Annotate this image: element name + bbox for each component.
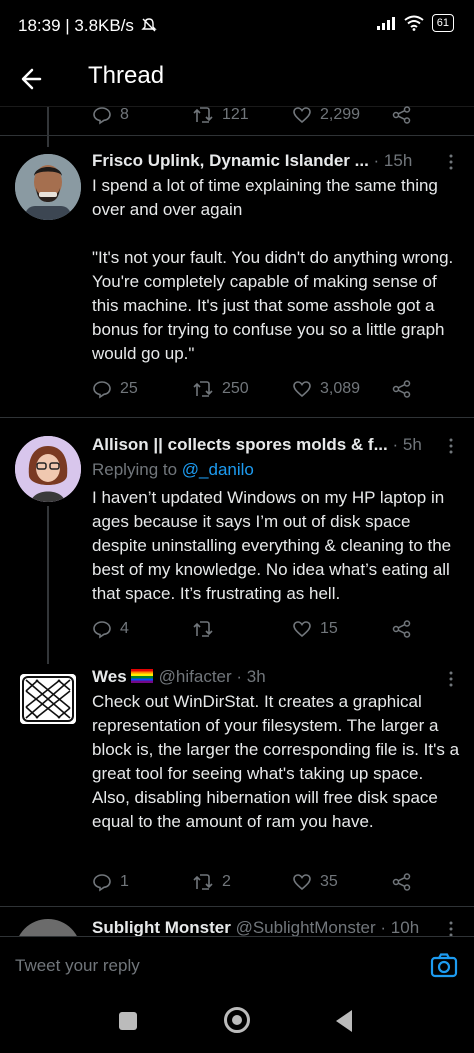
recent-apps-button[interactable] (119, 1012, 137, 1030)
share-icon (392, 380, 411, 398)
tweet-header: Frisco Uplink, Dynamic Islander ... · 15… (92, 151, 456, 175)
author-handle[interactable]: @SublightMonster (236, 918, 376, 936)
more-options-icon[interactable] (446, 920, 456, 936)
tweet-time: · 3h (236, 667, 266, 686)
share-action[interactable] (392, 380, 474, 398)
tweet-actions: 1 2 35 (92, 869, 474, 895)
reply-icon (93, 107, 111, 125)
avatar[interactable] (15, 436, 81, 502)
reply-action[interactable]: 1 (92, 872, 192, 892)
avatar-pattern (20, 674, 76, 724)
retweet-action[interactable] (192, 620, 292, 638)
retweet-action[interactable]: 250 (192, 380, 292, 398)
tweet-text: I haven’t updated Windows on my HP lapto… (92, 488, 456, 603)
replying-to-handle[interactable]: @_danilo (182, 460, 254, 479)
tweet-header: Allison || collects spores molds & f... … (92, 435, 456, 459)
avatar[interactable] (20, 674, 76, 724)
author-name[interactable]: Sublight Monster (92, 918, 231, 936)
reply-action[interactable]: 25 (92, 379, 192, 399)
like-action[interactable]: 15 (292, 620, 392, 638)
tweet-text: Check out WinDirStat. It creates a graph… (92, 692, 464, 831)
home-button[interactable] (224, 1007, 250, 1033)
tweet-header: Sublight Monster @SublightMonster · 10h (92, 918, 456, 936)
camera-icon[interactable] (429, 951, 459, 981)
share-action[interactable] (392, 106, 474, 124)
tweet[interactable]: Frisco Uplink, Dynamic Islander ... · 15… (0, 136, 474, 417)
reply-composer: Tweet your reply (0, 936, 474, 997)
retweet-action[interactable]: 121 (192, 106, 292, 124)
retweet-icon (193, 381, 213, 397)
author-name[interactable]: Allison || collects spores molds & f... (92, 435, 388, 454)
tweet-header: Wes @hifacter · 3h (92, 667, 456, 691)
share-action[interactable] (392, 620, 474, 638)
reply-action[interactable]: 8 (92, 105, 192, 125)
share-icon (392, 620, 411, 638)
system-nav-bar (0, 996, 474, 1053)
share-icon (392, 873, 411, 891)
tweet-time: · 15h (373, 151, 413, 170)
tweet[interactable]: Sublight Monster @SublightMonster · 10h (0, 907, 474, 936)
signal-icon (376, 17, 395, 30)
page-title: Thread (88, 62, 165, 89)
tweet-actions: 25 250 3,089 (92, 376, 474, 402)
tweet[interactable]: Allison || collects spores molds & f... … (0, 418, 474, 664)
retweet-icon (193, 874, 213, 890)
reply-icon (93, 874, 111, 892)
author-name[interactable]: Frisco Uplink, Dynamic Islander ... (92, 151, 369, 170)
like-action[interactable]: 3,089 (292, 380, 392, 398)
like-action[interactable]: 2,299 (292, 106, 392, 124)
app-bar: Thread (0, 52, 474, 106)
system-back-button[interactable] (336, 1010, 352, 1032)
back-arrow-icon[interactable] (18, 64, 52, 94)
heart-icon (293, 874, 311, 891)
heart-icon (293, 621, 311, 638)
previous-tweet-actions: 8 121 2,299 (92, 102, 474, 128)
tweet[interactable]: Wes @hifacter · 3h Check out WinDirStat. … (0, 662, 474, 906)
status-time-speed: 18:39 | 3.8KB/s (18, 16, 157, 36)
retweet-icon (193, 621, 213, 637)
thread-line (47, 506, 49, 664)
share-action[interactable] (392, 873, 474, 891)
avatar-photo (15, 154, 81, 220)
tweet-time: · 5h (392, 435, 422, 454)
reply-icon (93, 621, 111, 639)
share-icon (392, 106, 411, 124)
tweet-actions: 4 15 (92, 616, 474, 642)
replying-to: Replying to @_danilo (92, 460, 254, 479)
heart-icon (293, 107, 311, 124)
avatar[interactable] (15, 919, 81, 936)
wifi-icon (404, 15, 424, 31)
tweet-text: I spend a lot of time explaining the sam… (92, 176, 454, 363)
retweet-action[interactable]: 2 (192, 873, 292, 891)
more-options-icon[interactable] (446, 437, 456, 455)
mute-icon (140, 18, 157, 32)
heart-icon (293, 381, 311, 398)
more-options-icon[interactable] (446, 153, 456, 171)
author-name[interactable]: Wes (92, 667, 127, 686)
status-bar: 18:39 | 3.8KB/s 61 (0, 0, 474, 52)
avatar[interactable] (15, 154, 81, 220)
pride-flag-icon (130, 669, 153, 683)
retweet-icon (193, 107, 213, 123)
reply-input[interactable]: Tweet your reply (15, 956, 140, 976)
reply-icon (93, 381, 111, 399)
battery-indicator: 61 (431, 14, 454, 32)
author-handle[interactable]: @hifacter (159, 667, 232, 686)
tweet-time: · 10h (380, 918, 420, 936)
avatar-photo (15, 436, 81, 502)
more-options-icon[interactable] (446, 670, 456, 688)
status-icons: 61 (376, 14, 454, 32)
reply-action[interactable]: 4 (92, 619, 192, 639)
like-action[interactable]: 35 (292, 873, 392, 891)
